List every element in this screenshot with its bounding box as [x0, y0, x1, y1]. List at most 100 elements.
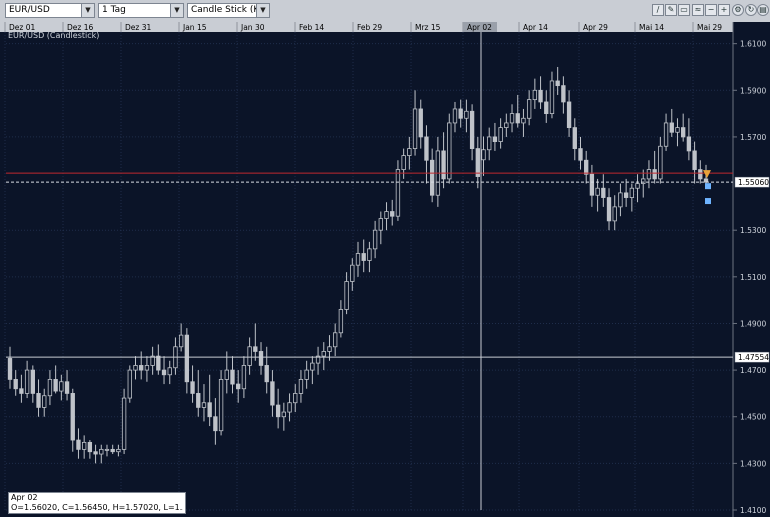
candle-body [19, 388, 24, 394]
candle-body [133, 365, 138, 371]
candle-body [538, 89, 543, 103]
candle-body [184, 334, 190, 383]
y-axis-panel [733, 22, 770, 517]
candle-body [606, 197, 612, 222]
candle-body [270, 381, 275, 406]
ohlc-info-box: Apr 02 O=1.56020, C=1.56450, H=1.57020, … [8, 492, 186, 514]
candle-body [458, 108, 463, 119]
interval-dropdown[interactable]: 1 Tag ▼ [98, 3, 184, 18]
candle-body [64, 381, 70, 394]
candle-body [584, 159, 589, 175]
candle-body [104, 448, 110, 451]
candle-body [555, 80, 560, 87]
candle-body [572, 127, 577, 149]
candle-body [487, 136, 492, 151]
chart-toolbar: EUR/USD ▼ 1 Tag ▼ Candle Stick (Kerze ▼ … [0, 0, 770, 23]
candle-body [81, 441, 87, 450]
candle-body [293, 393, 298, 404]
candle-body [298, 379, 304, 394]
x-axis: Dez 01 Dez 16 Dez 31 Jan 15 Jan 30 Feb 14 Feb … [0, 22, 733, 32]
candle-body [464, 110, 469, 119]
chevron-down-icon[interactable]: ▼ [81, 4, 94, 17]
candle-body [304, 369, 309, 380]
candle-body [367, 248, 372, 261]
candle-body [407, 148, 412, 156]
candle-body [344, 281, 349, 310]
eraser-icon[interactable]: ▭ [678, 4, 690, 16]
candle [127, 365, 132, 403]
candle-body [509, 113, 515, 124]
order-marker-icon [705, 198, 711, 205]
x-tick-label: Mai 14 [639, 23, 664, 32]
candle-body [287, 402, 292, 413]
candle-body [258, 351, 264, 366]
info-ohlc: O=1.56020, C=1.56450, H=1.57020, L=1.553… [11, 503, 183, 512]
chevron-down-icon[interactable]: ▼ [170, 4, 183, 17]
indicator-icon[interactable]: ≈ [692, 4, 704, 16]
candle-body [7, 358, 13, 380]
candle-body [236, 383, 241, 390]
candle-body [30, 369, 35, 394]
candle-body [384, 211, 389, 219]
x-tick-label: Mai 29 [697, 23, 722, 32]
candle-body [201, 402, 207, 408]
settings-gear-icon[interactable]: ⚙ [732, 4, 744, 16]
candle-body [401, 155, 406, 170]
candle-body [167, 367, 172, 376]
candle-body [412, 108, 418, 149]
candle-body [47, 379, 53, 397]
info-date: Apr 02 [11, 493, 38, 502]
x-tick-label: Jan 15 [182, 23, 207, 32]
y-tick-label: 1.5100 [740, 273, 766, 282]
candle-body [561, 85, 566, 103]
candle-body [70, 393, 75, 441]
x-tick-label: Dez 31 [125, 23, 151, 32]
candle-body [310, 362, 315, 371]
candle-body [641, 178, 646, 184]
candle-body [549, 80, 555, 115]
candle-body [241, 365, 247, 390]
candle-body [13, 379, 18, 390]
candle-body [59, 381, 64, 392]
x-tick-label: Feb 14 [299, 23, 324, 32]
candle-body [492, 136, 498, 142]
candle-body [504, 122, 509, 128]
chart-type-dropdown[interactable]: Candle Stick (Kerze ▼ [187, 3, 270, 18]
candle-body [658, 145, 663, 180]
candle-body [110, 448, 115, 453]
candle-body [327, 346, 332, 352]
print-icon[interactable]: ▤ [757, 4, 769, 16]
candle-body [190, 381, 195, 394]
zoom-in-icon[interactable]: + [718, 4, 730, 16]
x-tick-label: Feb 29 [357, 23, 382, 32]
candle-body [418, 108, 423, 138]
candle-body [498, 127, 503, 142]
candle-body [623, 192, 629, 198]
refresh-icon[interactable]: ↻ [745, 4, 757, 16]
candle-body [144, 365, 150, 371]
candle-body [139, 365, 144, 371]
candle-body [87, 441, 93, 453]
candle-body [230, 369, 235, 385]
y-tick-label: 1.4300 [740, 459, 766, 468]
candle [218, 370, 224, 436]
y-tick-label: 1.4500 [740, 413, 766, 422]
x-tick-label: Apr 02 [467, 23, 492, 32]
candle-body [196, 393, 201, 408]
candle-body [99, 448, 104, 455]
zoom-out-icon[interactable]: − [705, 4, 717, 16]
chevron-down-icon[interactable]: ▼ [256, 4, 269, 17]
candle-body [207, 402, 212, 418]
candlestick-chart[interactable]: Dez 01 Dez 16 Dez 31 Jan 15 Jan 30 Feb 14 Feb … [0, 22, 770, 517]
candle-body [281, 411, 287, 418]
candle-body [652, 169, 657, 180]
candle-body [532, 89, 538, 101]
candle-body [601, 187, 606, 198]
edit-pencil-icon[interactable]: ✎ [665, 4, 677, 16]
symbol-dropdown[interactable]: EUR/USD ▼ [5, 3, 95, 18]
draw-line-icon[interactable]: ∕ [652, 4, 664, 16]
candle-body [355, 253, 361, 266]
candle [121, 388, 127, 455]
candle-body [333, 332, 338, 348]
candle-body [42, 395, 47, 408]
